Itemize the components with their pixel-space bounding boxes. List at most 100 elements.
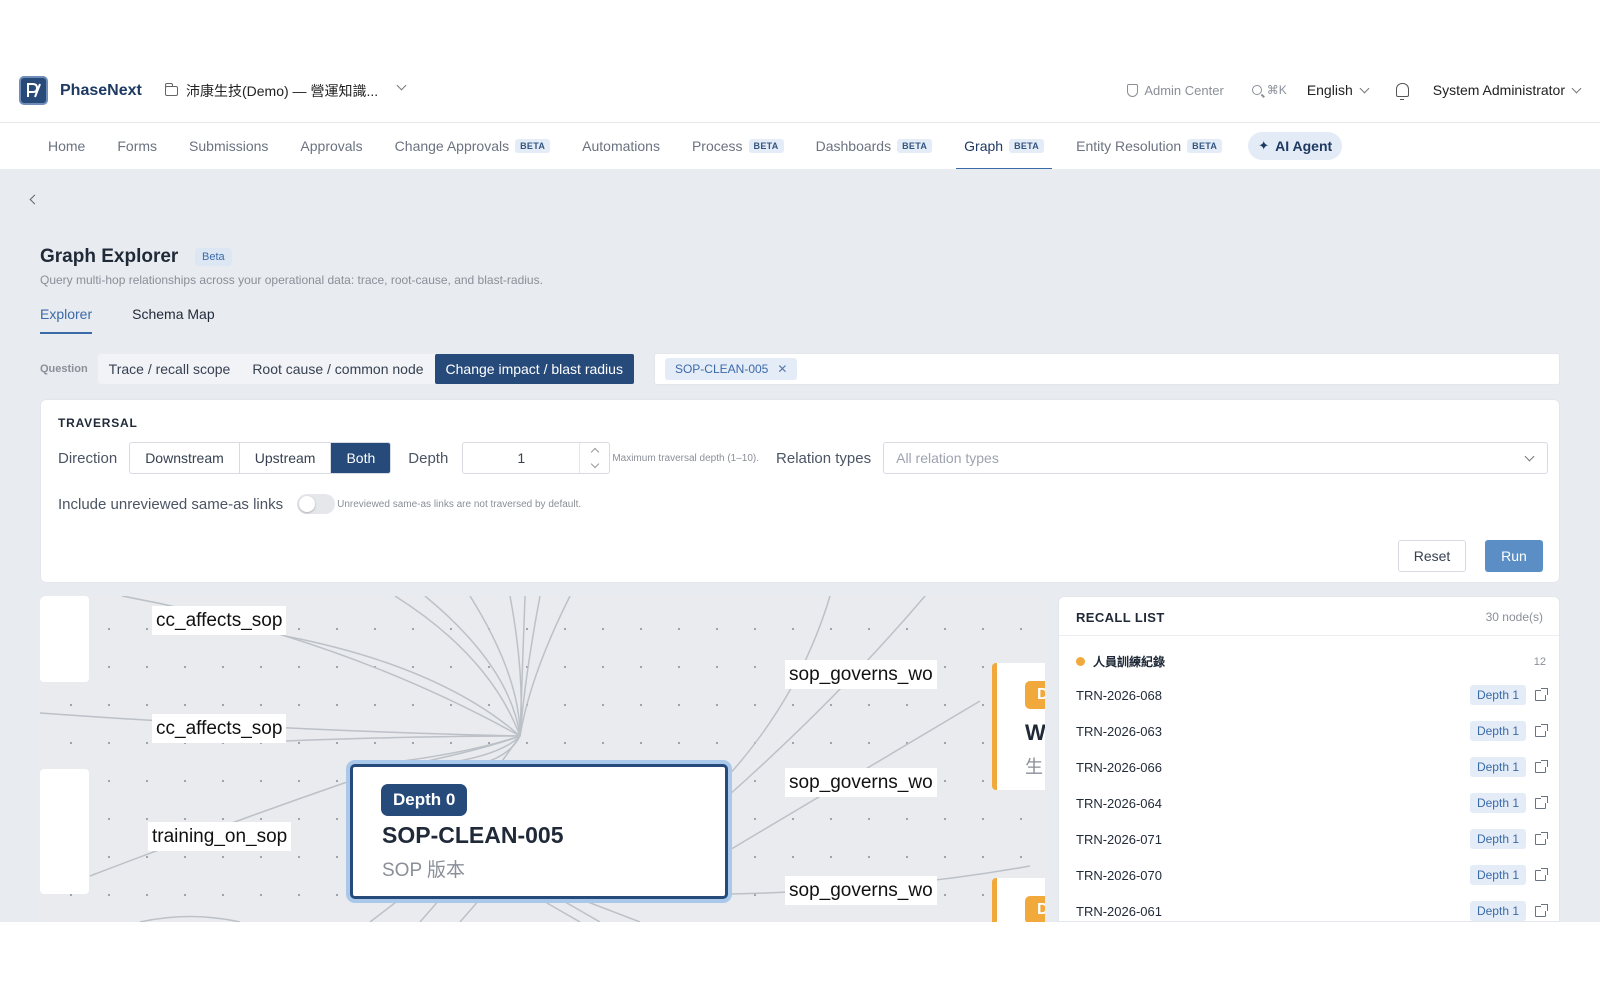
shield-icon: [1127, 83, 1139, 97]
depth-badge: Depth 1: [1469, 685, 1526, 705]
group-count: 12: [1533, 655, 1546, 668]
list-item[interactable]: TRN-2026-068 Depth 1: [1076, 677, 1548, 713]
direction-upstream[interactable]: Upstream: [240, 443, 332, 473]
sparkle-icon: ✦: [1258, 138, 1270, 153]
unreviewed-hint: Unreviewed same-as links are not travers…: [337, 498, 582, 510]
edge-label: training_on_sop: [148, 822, 292, 851]
beta-badge: BETA: [515, 139, 551, 153]
graph-node-right[interactable]: D: [992, 878, 1045, 922]
graph-node-left[interactable]: [40, 769, 89, 894]
question-root-cause[interactable]: Root cause / common node: [241, 354, 434, 384]
nav-automations[interactable]: Automations: [566, 123, 676, 170]
relation-types-select[interactable]: All relation types: [883, 442, 1548, 474]
node-id: TRN-2026-064: [1076, 795, 1162, 811]
app-root: PhaseNext 沛康生技(Demo) — 營運知識... Admin Cen…: [0, 0, 1600, 1000]
depth-badge: Depth 1: [1469, 901, 1526, 921]
brand-name[interactable]: PhaseNext: [60, 82, 142, 100]
chevron-left-icon[interactable]: [29, 194, 40, 205]
external-link-icon[interactable]: [1535, 723, 1548, 737]
node-id: TRN-2026-068: [1076, 687, 1162, 703]
graph-canvas[interactable]: cc_affects_sop cc_affects_sop training_o…: [40, 596, 1045, 922]
direction-both[interactable]: Both: [331, 443, 391, 473]
external-link-icon[interactable]: [1535, 831, 1548, 845]
list-item[interactable]: TRN-2026-061 Depth 1: [1076, 893, 1548, 921]
edge-label: sop_governs_wo: [785, 876, 937, 905]
search-button[interactable]: ⌘K: [1251, 83, 1287, 97]
list-item[interactable]: TRN-2026-071 Depth 1: [1076, 821, 1548, 857]
recall-group[interactable]: 人員訓練紀錄 12: [1076, 653, 1546, 670]
nav-change-approvals[interactable]: Change Approvals BETA: [379, 123, 566, 170]
edge-line: [727, 596, 926, 797]
recall-title: RECALL LIST: [1076, 610, 1165, 625]
group-name: 人員訓練紀錄: [1093, 655, 1166, 669]
external-link-icon[interactable]: [1535, 795, 1548, 809]
edge-label: cc_affects_sop: [152, 606, 287, 635]
nav-label: Entity Resolution: [1076, 138, 1182, 154]
graph-node-left[interactable]: [40, 596, 89, 682]
traversal-panel: TRAVERSAL Direction Downstream Upstream …: [40, 399, 1560, 583]
tab-schema-map[interactable]: Schema Map: [132, 306, 214, 334]
relation-types-label: Relation types: [776, 449, 872, 467]
nav-process[interactable]: Process BETA: [676, 123, 800, 170]
page-tabs: Explorer Schema Map: [40, 306, 215, 334]
bell-icon[interactable]: [1395, 83, 1409, 100]
direction-downstream[interactable]: Downstream: [130, 443, 240, 473]
chevron-down-icon[interactable]: [590, 459, 600, 469]
ai-agent-button[interactable]: ✦ AI Agent: [1248, 132, 1343, 160]
depth-badge: Depth 1: [1469, 721, 1526, 741]
language-selector[interactable]: English: [1307, 82, 1370, 98]
nav-submissions[interactable]: Submissions: [173, 123, 284, 170]
run-button[interactable]: Run: [1485, 540, 1543, 572]
chevron-down-icon: [1359, 83, 1370, 93]
nav-forms[interactable]: Forms: [101, 123, 173, 170]
unreviewed-toggle[interactable]: [297, 494, 336, 514]
node-id: TRN-2026-071: [1076, 831, 1162, 847]
list-item[interactable]: TRN-2026-063 Depth 1: [1076, 713, 1548, 749]
depth-stepper[interactable]: 1: [462, 442, 611, 474]
nav-entity-resolution[interactable]: Entity Resolution BETA: [1060, 123, 1238, 170]
graph-node-right[interactable]: D W 生: [992, 663, 1045, 790]
depth-badge: Depth 1: [1469, 793, 1526, 813]
external-link-icon[interactable]: [1535, 759, 1548, 773]
external-link-icon[interactable]: [1535, 687, 1548, 701]
user-menu[interactable]: System Administrator: [1433, 82, 1582, 98]
tab-explorer[interactable]: Explorer: [40, 306, 93, 334]
question-change-impact[interactable]: Change impact / blast radius: [434, 354, 634, 384]
nav-label: Automations: [582, 138, 660, 154]
recall-count: 30 node(s): [1485, 610, 1543, 624]
group-color-dot: [1076, 657, 1085, 666]
list-item[interactable]: TRN-2026-070 Depth 1: [1076, 857, 1548, 893]
edge-line: [539, 898, 581, 922]
question-selector: Trace / recall scope Root cause / common…: [97, 354, 634, 384]
nav-home[interactable]: Home: [32, 123, 101, 170]
close-icon[interactable]: ✕: [777, 362, 787, 376]
node-subtitle: SOP 版本: [382, 860, 466, 881]
chevron-down-icon[interactable]: [396, 80, 407, 91]
reset-button[interactable]: Reset: [1398, 540, 1466, 572]
start-node-input[interactable]: SOP-CLEAN-005 ✕: [653, 353, 1560, 385]
page-subtitle: Query multi-hop relationships across you…: [40, 273, 543, 287]
nav-graph[interactable]: Graph BETA: [948, 123, 1060, 170]
list-item[interactable]: TRN-2026-064 Depth 1: [1076, 785, 1548, 821]
graph-node-center[interactable]: Depth 0 SOP-CLEAN-005 SOP 版本: [350, 764, 728, 899]
admin-center-link[interactable]: Admin Center: [1127, 82, 1224, 98]
nav-approvals[interactable]: Approvals: [284, 123, 378, 170]
workspace-selector[interactable]: 沛康生技(Demo) — 營運知識...: [164, 81, 378, 101]
admin-center-label: Admin Center: [1144, 82, 1224, 98]
question-trace[interactable]: Trace / recall scope: [98, 354, 242, 384]
logo-mark-icon: [27, 83, 41, 98]
main-content: Graph Explorer Beta Query multi-hop rela…: [0, 169, 1600, 922]
chevron-up-icon[interactable]: [590, 447, 600, 457]
search-icon: [1251, 85, 1262, 95]
brand-logo-icon[interactable]: [19, 76, 48, 105]
nav-dashboards[interactable]: Dashboards BETA: [800, 123, 949, 170]
main-nav: Home Forms Submissions Approvals Change …: [0, 122, 1600, 170]
edge-line: [559, 898, 601, 922]
list-item[interactable]: TRN-2026-066 Depth 1: [1076, 749, 1548, 785]
external-link-icon[interactable]: [1535, 867, 1548, 881]
unreviewed-label: Include unreviewed same-as links: [58, 495, 284, 513]
edge-label: sop_governs_wo: [785, 660, 937, 689]
node-title: W: [1025, 720, 1045, 745]
external-link-icon[interactable]: [1535, 903, 1548, 917]
chevron-down-icon: [1524, 451, 1535, 461]
